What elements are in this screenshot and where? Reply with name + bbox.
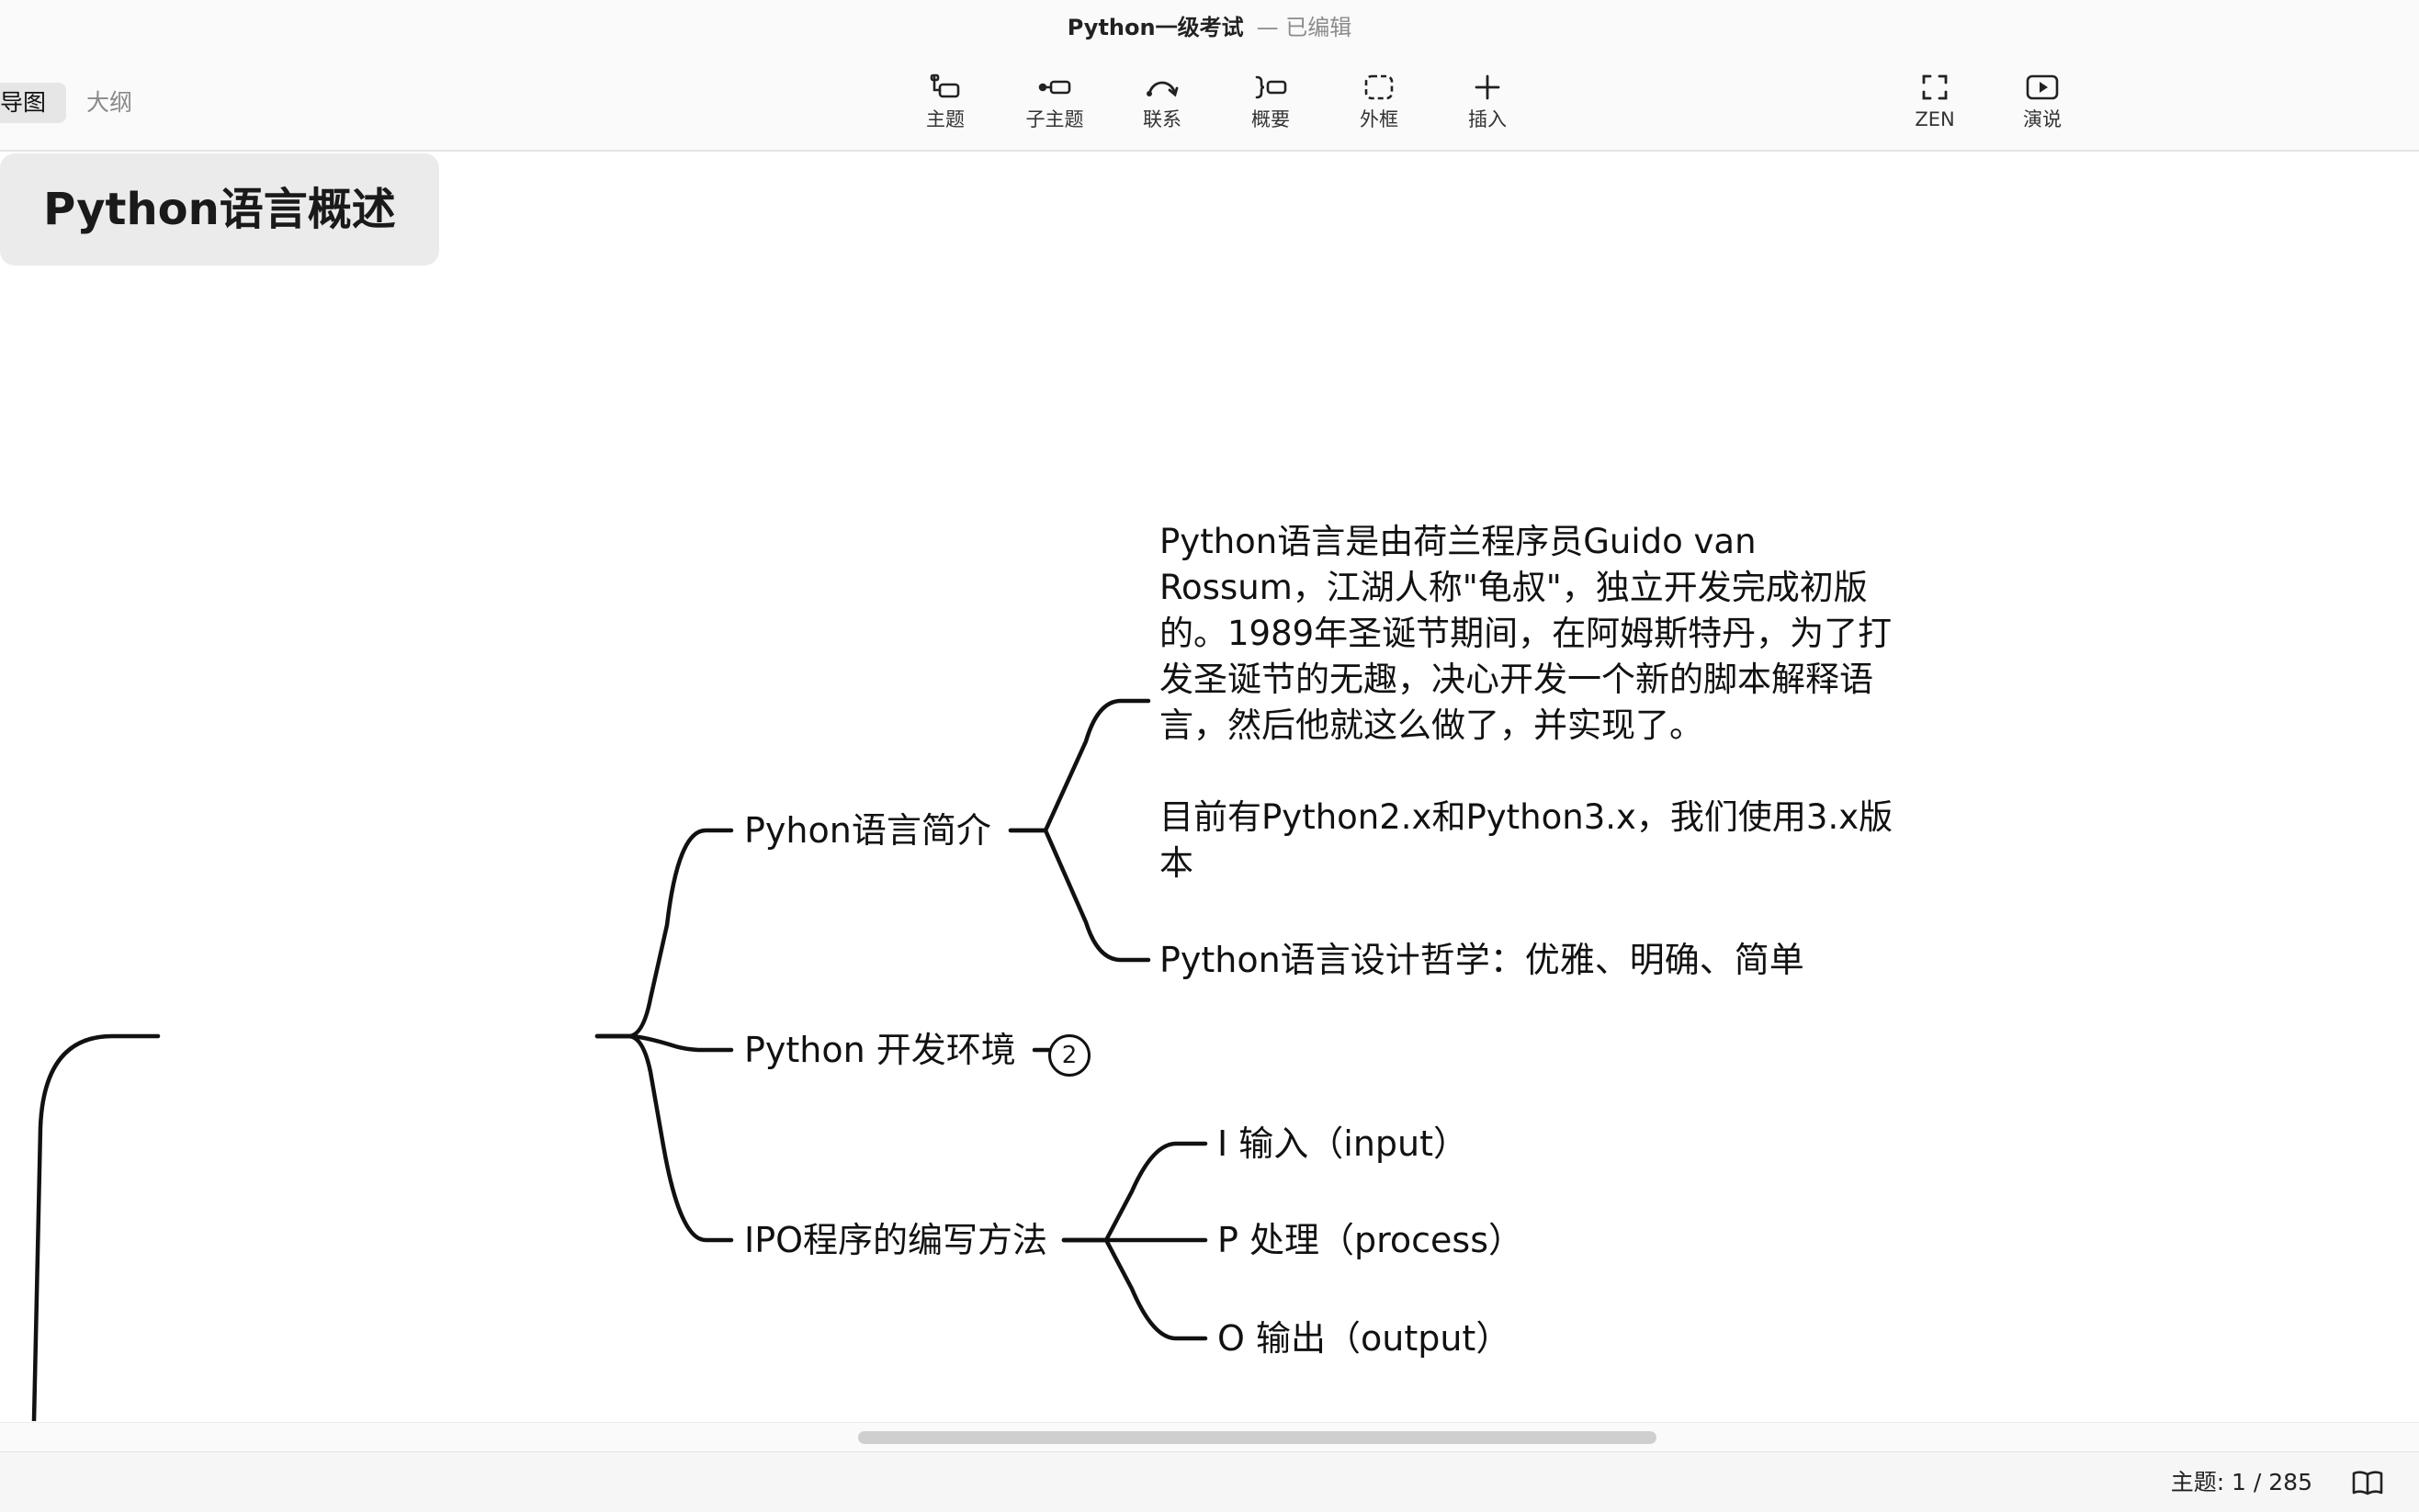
insert-button[interactable]: 插入 bbox=[1441, 72, 1533, 140]
book-open-icon[interactable] bbox=[2351, 1468, 2384, 1497]
document-name: Python一级考试 bbox=[1067, 15, 1244, 40]
relationship-label: 联系 bbox=[1143, 108, 1181, 130]
subtopic-python-history[interactable]: Python语言是由荷兰程序员Guido van Rossum，江湖人称"龟叔"… bbox=[1159, 519, 1922, 886]
horizontal-scroll-thumb[interactable] bbox=[858, 1431, 1656, 1444]
summary-icon bbox=[1255, 75, 1287, 99]
present-button[interactable]: 演说 bbox=[1996, 72, 2088, 140]
tab-outline[interactable]: 大纲 bbox=[66, 83, 153, 123]
connector-ipo-input bbox=[1061, 1141, 1208, 1243]
status-bar: 主题: 1 / 285 bbox=[0, 1451, 2419, 1512]
tab-mindmap[interactable]: 导图 bbox=[0, 83, 67, 123]
zen-button[interactable]: ZEN bbox=[1889, 72, 1981, 140]
plus-icon bbox=[1475, 74, 1500, 100]
branch-topic-ipo[interactable]: IPO程序的编写方法 bbox=[744, 1217, 1047, 1263]
connector-branch-1 bbox=[594, 828, 734, 1039]
topic-label: 主题 bbox=[926, 108, 965, 130]
topic-count: 主题: 1 / 285 bbox=[2170, 1469, 2312, 1495]
zen-label: ZEN bbox=[1915, 108, 1955, 130]
summary-button[interactable]: 概要 bbox=[1225, 72, 1317, 140]
summary-label: 概要 bbox=[1251, 108, 1290, 130]
branch-topic-intro[interactable]: Pyhon语言简介 bbox=[744, 807, 991, 853]
topic-icon bbox=[930, 73, 960, 98]
connector-branch-3 bbox=[594, 1033, 734, 1243]
note-paragraph: Python语言是由荷兰程序员Guido van Rossum，江湖人称"龟叔"… bbox=[1159, 522, 1893, 745]
toolbar: Python一级考试 — 已编辑 导图 大纲 主题 子主题 联系 概要 外框 插入… bbox=[0, 0, 2419, 152]
view-switch: 导图 大纲 bbox=[0, 83, 153, 123]
mindmap-canvas[interactable]: Python语言概述 Pyhon语言简介 Python 开发环境 IPO程序的编… bbox=[0, 153, 2419, 1421]
subtopic-design-philosophy[interactable]: Python语言设计哲学：优雅、明确、简单 bbox=[1159, 937, 1804, 983]
subtopic-ipo-process[interactable]: P 处理（process） bbox=[1217, 1217, 1523, 1263]
insert-label: 插入 bbox=[1468, 108, 1507, 130]
edit-status: — 已编辑 bbox=[1256, 15, 1352, 40]
boundary-icon bbox=[1364, 74, 1394, 100]
boundary-label: 外框 bbox=[1360, 108, 1398, 130]
collapsed-children-badge[interactable]: 2 bbox=[1048, 1034, 1091, 1077]
branch-topic-dev-env[interactable]: Python 开发环境 bbox=[744, 1027, 1016, 1073]
parent-connector bbox=[31, 1033, 161, 1421]
horizontal-scrollbar[interactable] bbox=[0, 1422, 2419, 1451]
connector-intro-2 bbox=[1008, 828, 1151, 963]
subtopic-button[interactable]: 子主题 bbox=[1009, 72, 1101, 140]
subtopic-ipo-output[interactable]: O 输出（output） bbox=[1217, 1315, 1510, 1361]
window-title: Python一级考试 — 已编辑 bbox=[0, 13, 2419, 42]
note-paragraph: 目前有Python2.x和Python3.x，我们使用3.x版本 bbox=[1159, 797, 1893, 883]
connector-intro-1 bbox=[1008, 698, 1151, 833]
boundary-button[interactable]: 外框 bbox=[1333, 72, 1425, 140]
topic-button[interactable]: 主题 bbox=[899, 72, 991, 140]
subtopic-ipo-input[interactable]: I 输入（input） bbox=[1217, 1121, 1468, 1167]
connector-ipo-output bbox=[1061, 1237, 1208, 1341]
zen-fullscreen-icon bbox=[1922, 74, 1948, 100]
subtopic-label: 子主题 bbox=[1025, 108, 1084, 130]
relationship-icon bbox=[1147, 81, 1179, 97]
present-label: 演说 bbox=[2023, 108, 2062, 130]
subtopic-icon bbox=[1038, 80, 1071, 95]
present-play-icon bbox=[2026, 74, 2059, 100]
relationship-button[interactable]: 联系 bbox=[1116, 72, 1208, 140]
